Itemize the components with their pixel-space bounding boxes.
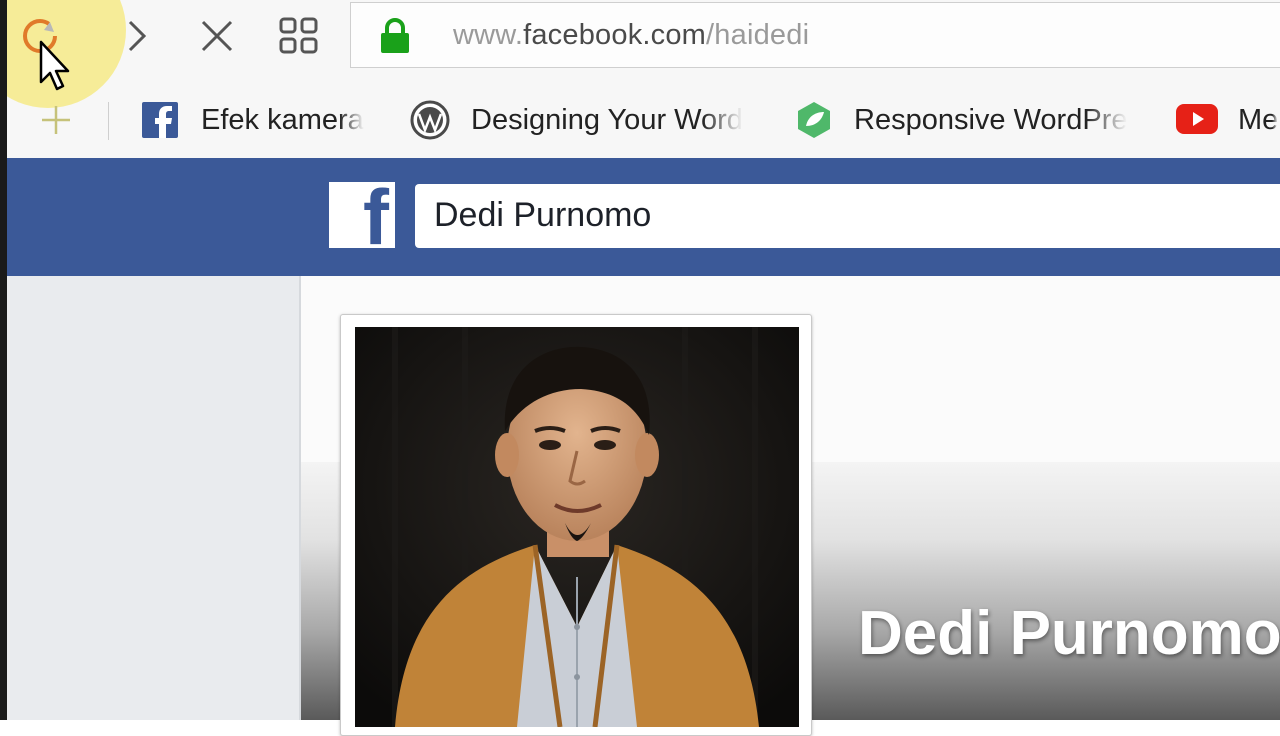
speed-dial-button[interactable]: [277, 14, 321, 58]
facebook-logo-letter: f: [363, 182, 389, 248]
grid-icon: [279, 17, 318, 54]
lock-icon: [381, 18, 409, 53]
bookmark-label: Efek kamera: [201, 103, 364, 136]
facebook-header: f Dedi Purnomo: [0, 158, 1280, 276]
forward-button[interactable]: [116, 14, 160, 58]
browser-toolbar: www.facebook.com/haidedi Efek kamera Des…: [0, 0, 1280, 158]
bookmark-label: Designing Your Word: [471, 103, 743, 136]
url-text: www.facebook.com/haidedi: [453, 19, 810, 51]
chevron-right-icon: [128, 20, 147, 52]
bookmarks-bar: Efek kamera Designing Your Word Responsi…: [0, 90, 1280, 152]
mouse-cursor-icon: [39, 40, 70, 91]
bookmark-label: Responsive WordPre: [854, 103, 1128, 136]
bookmark-label: Me: [1238, 103, 1279, 136]
search-input-value: Dedi Purnomo: [434, 196, 652, 234]
left-sidebar: [7, 276, 300, 720]
facebook-logo[interactable]: f: [329, 182, 395, 248]
profile-name[interactable]: Dedi Purnomo: [858, 598, 1280, 669]
bookmark-efek-kamera[interactable]: Efek kamera: [142, 100, 364, 140]
address-bar[interactable]: www.facebook.com/haidedi: [350, 2, 1280, 68]
bookmark-designing-your-word[interactable]: Designing Your Word: [410, 100, 743, 140]
leaf-icon: [798, 102, 830, 138]
youtube-icon: [1176, 104, 1218, 134]
new-tab-plus-icon[interactable]: [38, 102, 74, 138]
profile-picture[interactable]: [355, 327, 799, 727]
bookmarks-separator: [108, 102, 109, 140]
window-edge: [0, 0, 7, 720]
facebook-icon: [142, 102, 178, 138]
bookmark-responsive-wordpress[interactable]: Responsive WordPre: [794, 100, 1127, 140]
close-icon: [201, 20, 233, 52]
bookmark-youtube[interactable]: Me: [1176, 100, 1278, 140]
stop-button[interactable]: [195, 14, 239, 58]
wordpress-icon: [410, 100, 450, 140]
person-portrait-image: [355, 327, 799, 727]
search-input[interactable]: Dedi Purnomo: [415, 184, 1280, 248]
